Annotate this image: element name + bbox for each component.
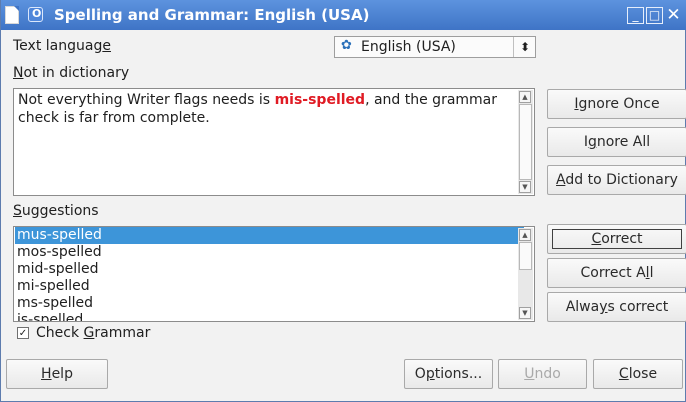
suggestions-label-post: uggestions <box>21 203 99 219</box>
not-in-dictionary-label-key: N <box>13 65 24 81</box>
options-key: p <box>425 366 435 382</box>
check-grammar-label[interactable]: Check Grammar <box>36 325 150 341</box>
spelling-dialog: Spelling and Grammar: English (USA) _ □ … <box>0 0 686 402</box>
list-item[interactable]: mi-spelled <box>15 278 524 295</box>
options-pre: O <box>414 366 426 382</box>
help-key: H <box>41 366 52 382</box>
text-language-value: English (USA) <box>361 39 456 55</box>
correct-all-button[interactable]: Correct All <box>547 258 686 288</box>
ignore-all-post: nore All <box>596 134 651 150</box>
add-dictionary-post: dd to Dictionary <box>565 172 678 188</box>
list-item[interactable]: is-spelled <box>15 312 524 321</box>
correct-post: orrect <box>601 231 643 247</box>
minimize-button[interactable]: _ <box>627 7 644 24</box>
scroll-up-icon[interactable]: ▲ <box>519 229 531 241</box>
text-language-label-pre: Text languag <box>13 38 103 54</box>
suggestions-label: Suggestions <box>13 203 99 219</box>
correct-all-post: l <box>649 265 654 281</box>
close-button[interactable]: Close <box>593 359 683 389</box>
close-window-button[interactable]: ✕ <box>665 7 682 24</box>
correct-all-pre: Correct A <box>580 265 646 281</box>
correct-key: C <box>591 231 602 247</box>
ignore-once-post: gnore Once <box>578 96 660 112</box>
scroll-down-icon[interactable]: ▼ <box>519 307 531 319</box>
check-grammar-label-post: rammar <box>94 325 151 341</box>
always-correct-key: y <box>599 299 608 315</box>
title-bar: Spelling and Grammar: English (USA) _ □ … <box>1 0 686 30</box>
text-language-select[interactable]: ✿ English (USA) ⬍ <box>334 36 536 58</box>
always-correct-button[interactable]: Always correct <box>547 292 686 322</box>
list-item[interactable]: mus-spelled <box>15 227 524 244</box>
check-grammar-label-key: G <box>83 325 95 341</box>
text-language-label-key: e <box>102 38 111 54</box>
check-grammar-label-pre: Check <box>36 325 84 341</box>
window-title: Spelling and Grammar: English (USA) <box>54 6 370 24</box>
undo-button[interactable]: Undo <box>498 359 587 389</box>
sentence-text-before: Not everything Writer flags needs is <box>18 92 275 108</box>
check-grammar-checkbox[interactable]: ✓ <box>17 327 29 339</box>
scroll-down-icon[interactable]: ▼ <box>519 181 531 193</box>
suggestions-scrollbar[interactable]: ▲ ▼ <box>518 228 533 320</box>
add-dictionary-key: A <box>556 172 566 188</box>
suggestions-label-key: S <box>13 203 22 219</box>
not-in-dictionary-label: Not in dictionary <box>13 65 129 81</box>
text-language-label: Text language <box>13 38 111 54</box>
help-post: elp <box>51 366 73 382</box>
close-post: lose <box>628 366 658 382</box>
ignore-once-button[interactable]: Ignore Once <box>547 89 686 119</box>
close-key: C <box>618 366 629 382</box>
correct-button[interactable]: Correct <box>547 224 686 254</box>
scroll-thumb[interactable] <box>519 104 532 180</box>
sentence-editor[interactable]: Not everything Writer flags needs is mis… <box>13 88 535 196</box>
ignore-all-button[interactable]: Ignore All <box>547 127 686 157</box>
ignore-all-key: g <box>587 134 597 150</box>
sentence-text[interactable]: Not everything Writer flags needs is mis… <box>18 91 510 127</box>
misspelled-word: mis-spelled <box>274 92 366 108</box>
app-icon <box>28 7 43 22</box>
list-item[interactable]: mos-spelled <box>15 244 524 261</box>
not-in-dictionary-label-post: ot in dictionary <box>23 65 130 81</box>
options-button[interactable]: Options... <box>404 359 493 389</box>
maximize-button[interactable]: □ <box>646 7 663 24</box>
options-post: tions... <box>434 366 483 382</box>
add-to-dictionary-button[interactable]: Add to Dictionary <box>547 165 686 195</box>
help-button[interactable]: Help <box>6 359 108 389</box>
scroll-up-icon[interactable]: ▲ <box>519 91 531 103</box>
scroll-thumb[interactable] <box>519 242 532 270</box>
undo-key: U <box>524 366 535 382</box>
always-correct-pre: Alwa <box>565 299 600 315</box>
suggestions-list[interactable]: mus-spelled mos-spelled mid-spelled mi-s… <box>13 226 535 322</box>
language-flag-icon: ✿ <box>341 38 352 53</box>
spin-arrows-icon[interactable]: ⬍ <box>513 37 536 57</box>
list-item[interactable]: ms-spelled <box>15 295 524 312</box>
always-correct-post: s correct <box>607 299 669 315</box>
list-item[interactable]: mid-spelled <box>15 261 524 278</box>
undo-post: ndo <box>534 366 561 382</box>
sentence-scrollbar[interactable]: ▲ ▼ <box>518 90 533 194</box>
document-icon <box>5 6 19 24</box>
